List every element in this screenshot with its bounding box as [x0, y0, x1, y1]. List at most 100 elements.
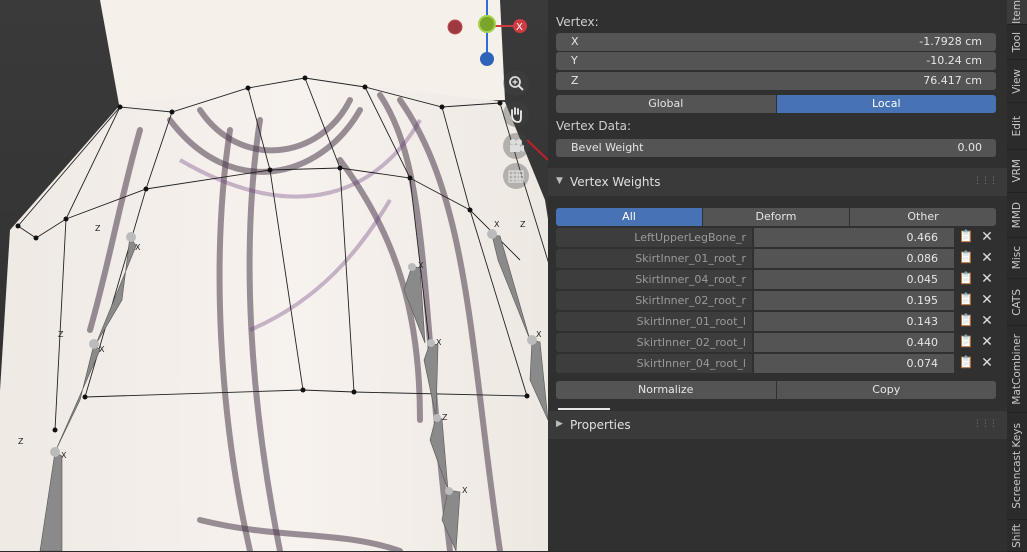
delete-weight-icon[interactable]: ✕	[979, 333, 995, 352]
tab-item[interactable]: Item	[1007, 0, 1027, 25]
delete-weight-icon[interactable]: ✕	[979, 354, 995, 373]
chevron-right-icon: ▶	[556, 419, 563, 429]
coordinate-space-toggle: Global Local	[556, 95, 996, 113]
weight-group-name[interactable]: LeftUpperLegBone_r	[556, 228, 752, 247]
paste-weight-icon[interactable]: 📋	[957, 355, 975, 372]
camera-icon[interactable]	[503, 133, 529, 159]
tab-label: Item	[1011, 0, 1023, 24]
tab-label: Misc	[1011, 246, 1023, 270]
local-button[interactable]: Local	[776, 95, 996, 113]
bevel-weight-field[interactable]: Bevel Weight 0.00	[556, 139, 996, 157]
vertex-weights-title: Vertex Weights	[570, 175, 661, 189]
weight-row: LeftUpperLegBone_r 0.466 📋 ✕	[556, 228, 996, 247]
tab-mmd[interactable]: MMD	[1007, 193, 1027, 238]
vertex-weights-header[interactable]: ▼ Vertex Weights ⋮⋮⋮	[548, 168, 1007, 196]
tab-label: MMD	[1011, 201, 1023, 229]
delete-weight-icon[interactable]: ✕	[979, 249, 995, 268]
weight-value-field[interactable]: 0.074	[754, 354, 954, 373]
vertex-z-value: 76.417 cm	[923, 74, 982, 87]
tab-vrm[interactable]: VRM	[1007, 150, 1027, 193]
weights-filter-toggle: All Deform Other	[556, 208, 996, 226]
drag-grip-icon[interactable]: ⋮⋮⋮	[973, 419, 998, 429]
tab-tool[interactable]: Tool	[1007, 25, 1027, 60]
tab-edit[interactable]: Edit	[1007, 103, 1027, 150]
tab-label: CATS	[1011, 288, 1023, 316]
sidebar-tabs: Item Tool View Edit VRM MMD Misc CATS Ma…	[1007, 0, 1027, 552]
svg-text:Z: Z	[442, 413, 448, 422]
paste-weight-icon[interactable]: 📋	[957, 334, 975, 351]
drag-grip-icon[interactable]: ⋮⋮⋮	[973, 176, 998, 186]
paste-weight-icon[interactable]: 📋	[957, 292, 975, 309]
weight-row: SkirtInner_02_root_r 0.195 📋 ✕	[556, 291, 996, 310]
svg-text:Z: Z	[18, 437, 24, 446]
global-button[interactable]: Global	[556, 95, 776, 113]
weight-row: SkirtInner_01_root_l 0.143 📋 ✕	[556, 312, 996, 331]
tab-matcombiner[interactable]: MatCombiner	[1007, 326, 1027, 413]
weight-value-field[interactable]: 0.466	[754, 228, 954, 247]
weight-row: SkirtInner_04_root_r 0.045 📋 ✕	[556, 270, 996, 289]
tab-cats[interactable]: CATS	[1007, 279, 1027, 326]
properties-title: Properties	[570, 418, 631, 432]
filter-deform-button[interactable]: Deform	[703, 208, 849, 226]
grid-icon[interactable]	[503, 163, 529, 189]
delete-weight-icon[interactable]: ✕	[979, 270, 995, 289]
properties-header[interactable]: ▶ Properties ⋮⋮⋮	[548, 411, 1007, 439]
weight-value-field[interactable]: 0.195	[754, 291, 954, 310]
svg-text:Z: Z	[520, 220, 526, 229]
weight-value-field[interactable]: 0.440	[754, 333, 954, 352]
weights-actions: Normalize Copy	[556, 381, 996, 399]
bevel-weight-label: Bevel Weight	[571, 141, 644, 154]
vertex-x-value: -1.7928 cm	[919, 35, 982, 48]
tab-misc[interactable]: Misc	[1007, 238, 1027, 279]
vertex-y-value: -10.24 cm	[926, 54, 982, 67]
weight-row: SkirtInner_01_root_r 0.086 📋 ✕	[556, 249, 996, 268]
tab-label: Screencast Keys	[1011, 423, 1023, 509]
skirt-mesh-scene[interactable]: ZX ZX ZX XX ZX XZ XZ X	[0, 0, 548, 551]
paste-weight-icon[interactable]: 📋	[957, 250, 975, 267]
weight-row: SkirtInner_02_root_l 0.440 📋 ✕	[556, 333, 996, 352]
svg-text:X: X	[418, 261, 424, 270]
vertex-y-axis-label: Y	[571, 54, 578, 67]
bevel-weight-value: 0.00	[957, 141, 983, 154]
paste-weight-icon[interactable]: 📋	[957, 271, 975, 288]
paste-weight-icon[interactable]: 📋	[957, 229, 975, 246]
weight-group-name[interactable]: SkirtInner_01_root_l	[556, 312, 752, 331]
filter-other-button[interactable]: Other	[850, 208, 996, 226]
copy-button[interactable]: Copy	[776, 381, 996, 399]
vertex-y-field[interactable]: Y -10.24 cm	[556, 52, 996, 70]
delete-weight-icon[interactable]: ✕	[979, 312, 995, 331]
delete-weight-icon[interactable]: ✕	[979, 291, 995, 310]
paste-weight-icon[interactable]: 📋	[957, 313, 975, 330]
weight-value-field[interactable]: 0.086	[754, 249, 954, 268]
weight-value-field[interactable]: 0.143	[754, 312, 954, 331]
tab-label: Shift	[1011, 523, 1023, 548]
chevron-down-icon: ▼	[556, 176, 563, 186]
sidebar-panel: Vertex: X -1.7928 cm Y -10.24 cm Z 76.41…	[548, 0, 1007, 551]
filter-all-button[interactable]: All	[556, 208, 702, 226]
vertex-z-field[interactable]: Z 76.417 cm	[556, 72, 996, 90]
vertex-x-axis-label: X	[571, 35, 579, 48]
weight-group-name[interactable]: SkirtInner_02_root_l	[556, 333, 752, 352]
vertex-data-label: Vertex Data:	[556, 119, 632, 133]
tab-screencast-keys[interactable]: Screencast Keys	[1007, 413, 1027, 520]
svg-text:X: X	[536, 330, 542, 339]
vertex-x-field[interactable]: X -1.7928 cm	[556, 33, 996, 51]
tab-shift[interactable]: Shift	[1007, 520, 1027, 552]
zoom-icon[interactable]	[503, 70, 529, 96]
svg-text:X: X	[135, 243, 141, 252]
tab-label: Tool	[1011, 31, 1023, 53]
hand-pan-icon[interactable]	[503, 101, 529, 127]
normalize-button[interactable]: Normalize	[556, 381, 776, 399]
weight-value-field[interactable]: 0.045	[754, 270, 954, 289]
weight-group-name[interactable]: SkirtInner_04_root_r	[556, 270, 752, 289]
weight-group-name[interactable]: SkirtInner_02_root_r	[556, 291, 752, 310]
svg-text:Z: Z	[95, 224, 101, 233]
tab-view[interactable]: View	[1007, 60, 1027, 103]
tab-label: View	[1011, 68, 1023, 94]
scroll-indicator[interactable]	[558, 408, 610, 410]
weight-row: SkirtInner_04_root_l 0.074 📋 ✕	[556, 354, 996, 373]
weight-group-name[interactable]: SkirtInner_04_root_l	[556, 354, 752, 373]
delete-weight-icon[interactable]: ✕	[979, 228, 995, 247]
3d-viewport[interactable]: ZX ZX ZX XX ZX XZ XZ X	[0, 0, 548, 551]
weight-group-name[interactable]: SkirtInner_01_root_r	[556, 249, 752, 268]
